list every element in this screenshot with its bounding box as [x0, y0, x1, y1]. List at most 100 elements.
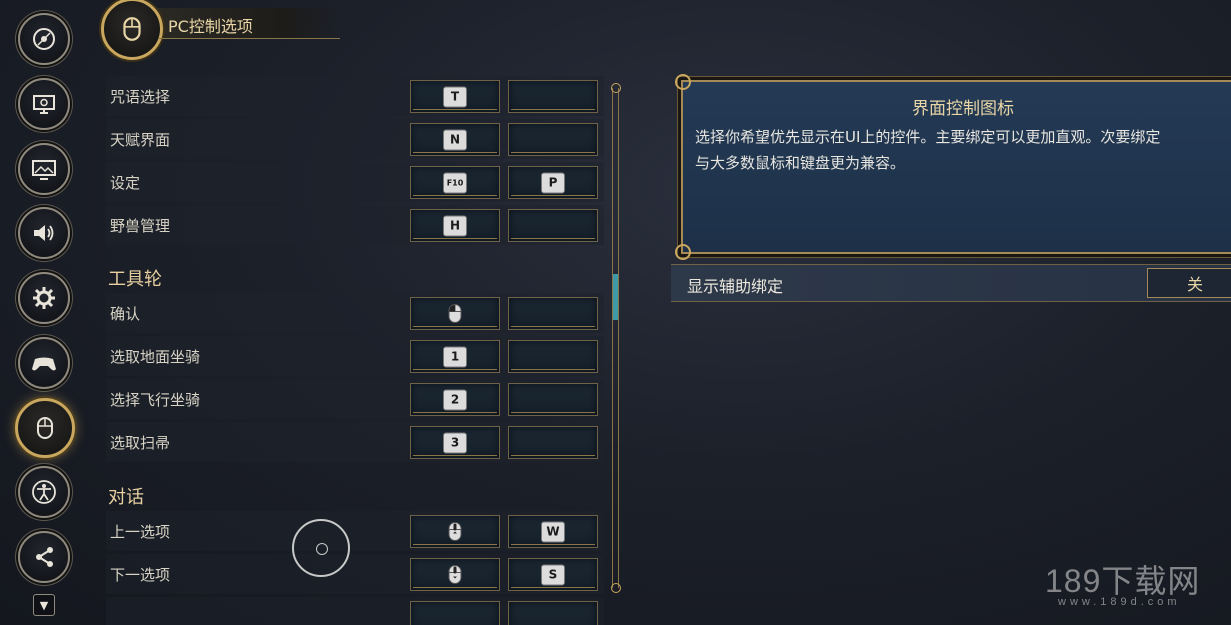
arrow-down-icon: ▼ — [39, 598, 49, 612]
header-medal — [101, 0, 163, 60]
binding-label: 选取扫帚 — [110, 434, 171, 452]
panel-corner-ornament — [675, 74, 691, 90]
key-cap: F10 — [443, 172, 467, 193]
secondary-binding-slot[interactable]: S — [508, 558, 598, 591]
primary-binding-slot[interactable]: H — [410, 209, 500, 242]
image-monitor-icon — [32, 160, 56, 180]
info-panel-body: 选择你希望优先显示在UI上的控件。主要绑定可以更加直观。次要绑定 与大多数鼠标和… — [695, 124, 1231, 176]
info-body-line: 与大多数鼠标和键盘更为兼容。 — [695, 154, 906, 172]
secondary-binding-slot[interactable] — [508, 426, 598, 459]
secondary-binding-slot[interactable] — [508, 601, 598, 625]
binding-label: 选择飞行坐骑 — [110, 391, 201, 409]
binding-row[interactable] — [106, 597, 604, 625]
sidebar-item-settings[interactable] — [18, 272, 70, 324]
key-cap: W — [541, 521, 565, 542]
key-cap: P — [541, 172, 565, 193]
bindings-list: 咒语选择 T 天赋界面 N 设定 F10 P 野兽管理 H 工具轮 确认 选取地… — [106, 72, 604, 625]
secondary-binding-slot[interactable] — [508, 209, 598, 242]
binding-row[interactable]: 野兽管理 H — [106, 205, 604, 245]
mouse-left-click-icon — [444, 304, 466, 323]
primary-binding-slot[interactable]: 3 — [410, 426, 500, 459]
accessibility-icon — [32, 480, 56, 504]
sidebar-item-disc[interactable] — [18, 13, 70, 65]
disc-icon — [33, 28, 55, 50]
primary-binding-slot[interactable]: T — [410, 80, 500, 113]
key-cap: 3 — [443, 432, 467, 453]
share-icon — [36, 547, 53, 567]
primary-binding-slot[interactable] — [410, 558, 500, 591]
sidebar: ▼ — [0, 0, 86, 625]
info-panel-title: 界面控制图标 — [912, 99, 1014, 119]
binding-row[interactable]: 咒语选择 T — [106, 76, 604, 116]
secondary-binding-slot[interactable] — [508, 383, 598, 416]
key-cap: 2 — [443, 389, 467, 410]
binding-label: 咒语选择 — [110, 88, 171, 106]
speaker-icon — [34, 225, 54, 241]
primary-binding-slot[interactable]: N — [410, 123, 500, 156]
primary-binding-slot[interactable]: 2 — [410, 383, 500, 416]
toggle-value-button[interactable]: 关 — [1147, 268, 1231, 298]
secondary-binding-slot[interactable] — [508, 80, 598, 113]
sidebar-item-controller[interactable] — [18, 337, 70, 389]
binding-label: 野兽管理 — [110, 217, 171, 235]
binding-row[interactable]: 设定 F10 P — [106, 162, 604, 202]
secondary-binding-slot[interactable] — [508, 340, 598, 373]
scrollbar-thumb[interactable] — [613, 274, 618, 320]
sidebar-item-display[interactable] — [18, 78, 70, 130]
primary-binding-slot[interactable] — [410, 297, 500, 330]
binding-label: 选取地面坐骑 — [110, 348, 201, 366]
primary-binding-slot[interactable] — [410, 515, 500, 548]
binding-row[interactable]: 选取扫帚 3 — [106, 422, 604, 462]
key-cap: S — [541, 564, 565, 585]
section-title-tool-wheel: 工具轮 — [108, 269, 162, 290]
sidebar-item-audio[interactable] — [18, 207, 70, 259]
binding-label: 上一选项 — [110, 523, 171, 541]
secondary-binding-slot[interactable]: P — [508, 166, 598, 199]
key-cap: T — [443, 86, 467, 107]
info-panel: 界面控制图标 选择你希望优先显示在UI上的控件。主要绑定可以更加直观。次要绑定 … — [675, 74, 1231, 260]
binding-row[interactable]: 下一选项 S — [106, 554, 604, 594]
primary-binding-slot[interactable]: 1 — [410, 340, 500, 373]
key-cap: N — [443, 129, 467, 150]
show-secondary-binding-row[interactable]: 显示辅助绑定 关 — [671, 264, 1231, 302]
scrollbar-cap-bottom — [611, 583, 621, 593]
key-cap: H — [443, 215, 467, 236]
gear-icon — [33, 287, 55, 309]
virtual-cursor-ring — [292, 519, 350, 577]
key-cap: 1 — [443, 346, 467, 367]
watermark-url: www.189d.com — [1058, 596, 1181, 608]
mouse-icon — [123, 17, 141, 41]
secondary-binding-slot[interactable]: W — [508, 515, 598, 548]
scrollbar-cap-top — [611, 83, 621, 93]
binding-label: 设定 — [110, 174, 141, 192]
gamepad-icon — [32, 357, 56, 371]
header-ornament — [158, 38, 340, 47]
info-body-line: 选择你希望优先显示在UI上的控件。主要绑定可以更加直观。次要绑定 — [695, 128, 1161, 146]
sidebar-item-mouse[interactable] — [15, 398, 75, 458]
page-title: PC控制选项 — [168, 17, 253, 36]
sidebar-item-accessibility[interactable] — [18, 466, 70, 518]
binding-row[interactable]: 天赋界面 N — [106, 119, 604, 159]
mouse-wheel-up-icon — [444, 522, 466, 541]
secondary-binding-slot[interactable] — [508, 123, 598, 156]
binding-label: 确认 — [110, 305, 141, 323]
panel-corner-ornament — [675, 244, 691, 260]
mouse-icon — [37, 417, 53, 439]
sidebar-item-share[interactable] — [18, 531, 70, 583]
binding-label: 天赋界面 — [110, 131, 171, 149]
secondary-binding-slot[interactable] — [508, 297, 598, 330]
sidebar-scroll-down-button[interactable]: ▼ — [33, 594, 55, 616]
binding-row[interactable]: 上一选项 W — [106, 511, 604, 551]
section-title-dialog: 对话 — [108, 487, 144, 508]
scrollbar-track[interactable] — [612, 88, 619, 588]
binding-label: 下一选项 — [110, 566, 171, 584]
primary-binding-slot[interactable]: F10 — [410, 166, 500, 199]
mouse-wheel-down-icon — [444, 565, 466, 584]
binding-row[interactable]: 确认 — [106, 293, 604, 333]
monitor-icon — [33, 95, 55, 114]
primary-binding-slot[interactable] — [410, 601, 500, 625]
toggle-label: 显示辅助绑定 — [687, 277, 784, 296]
sidebar-item-graphics[interactable] — [18, 143, 70, 195]
binding-row[interactable]: 选取地面坐骑 1 — [106, 336, 604, 376]
binding-row[interactable]: 选择飞行坐骑 2 — [106, 379, 604, 419]
